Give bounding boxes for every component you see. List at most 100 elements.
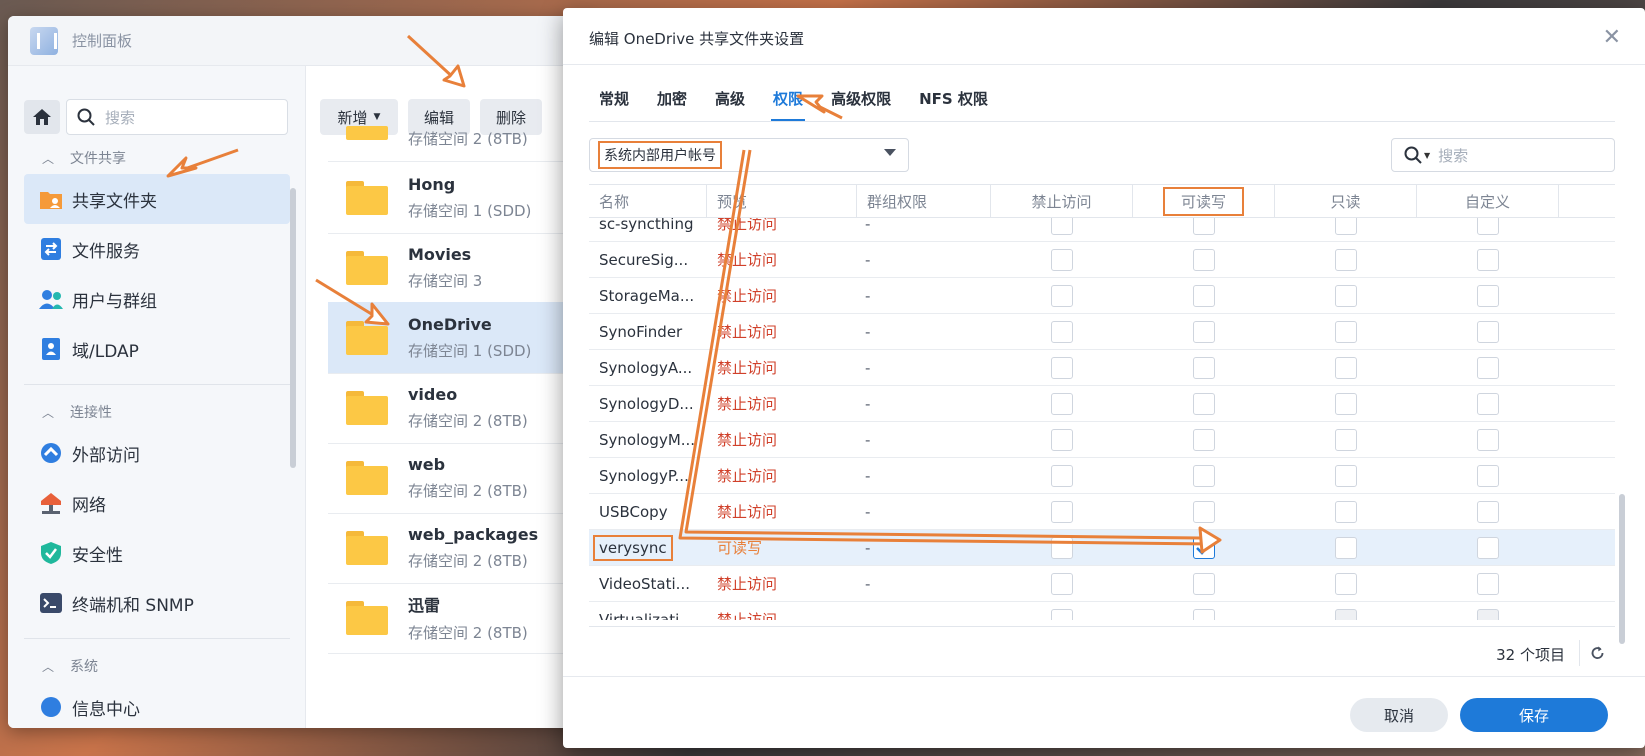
- custom-checkbox[interactable]: [1477, 428, 1499, 451]
- tab-nfs-permissions[interactable]: NFS 权限: [919, 88, 988, 109]
- no-access-checkbox[interactable]: [1051, 464, 1073, 487]
- sidebar-search-input[interactable]: 搜索: [66, 99, 288, 135]
- sidebar-item-user-group[interactable]: 用户与群组: [24, 274, 290, 324]
- user-type-select[interactable]: 系统内部用户帐号: [589, 138, 909, 172]
- read-only-checkbox[interactable]: [1335, 248, 1357, 271]
- custom-checkbox[interactable]: [1477, 392, 1499, 415]
- home-button[interactable]: [24, 100, 60, 134]
- read-only-checkbox[interactable]: [1335, 218, 1357, 235]
- read-only-checkbox[interactable]: [1335, 536, 1357, 559]
- table-row[interactable]: SynologyP... 禁止访问 -: [589, 458, 1615, 494]
- sidebar-scrollbar[interactable]: [290, 188, 296, 468]
- custom-checkbox[interactable]: [1477, 536, 1499, 559]
- column-header-name[interactable]: 名称: [589, 185, 707, 217]
- sidebar-item-external-access[interactable]: 外部访问: [24, 428, 290, 478]
- tab-advanced[interactable]: 高级: [715, 88, 745, 109]
- table-row[interactable]: StorageMa... 禁止访问 -: [589, 278, 1615, 314]
- read-write-checkbox[interactable]: [1193, 608, 1215, 620]
- no-access-checkbox[interactable]: [1051, 500, 1073, 523]
- read-write-checkbox[interactable]: [1193, 536, 1215, 559]
- no-access-checkbox[interactable]: [1051, 356, 1073, 379]
- sidebar-item-terminal-snmp[interactable]: 终端机和 SNMP: [24, 578, 290, 628]
- custom-checkbox[interactable]: [1477, 464, 1499, 487]
- sidebar-item-info-center[interactable]: 信息中心: [24, 682, 290, 728]
- no-access-checkbox[interactable]: [1051, 428, 1073, 451]
- no-access-checkbox[interactable]: [1051, 320, 1073, 343]
- custom-checkbox[interactable]: [1477, 356, 1499, 379]
- no-access-checkbox[interactable]: [1051, 572, 1073, 595]
- folder-row-selected[interactable]: OneDrive 存储空间 1 (SDD): [328, 302, 588, 374]
- section-file-sharing[interactable]: ︿ 文件共享: [42, 148, 126, 168]
- no-access-checkbox[interactable]: [1051, 248, 1073, 271]
- no-access-checkbox[interactable]: [1051, 536, 1073, 559]
- custom-checkbox[interactable]: [1477, 572, 1499, 595]
- read-only-checkbox[interactable]: [1335, 572, 1357, 595]
- folder-row[interactable]: 存储空间 2 (8TB): [328, 124, 588, 162]
- read-write-checkbox[interactable]: [1193, 464, 1215, 487]
- grid-scrollbar[interactable]: [1619, 494, 1625, 644]
- read-write-checkbox[interactable]: [1193, 428, 1215, 451]
- custom-checkbox[interactable]: [1477, 284, 1499, 307]
- custom-checkbox[interactable]: [1477, 608, 1499, 620]
- column-header-custom[interactable]: 自定义: [1417, 185, 1559, 217]
- section-connectivity[interactable]: ︿ 连接性: [42, 402, 112, 422]
- permission-search-input[interactable]: ▼ 搜索: [1391, 138, 1615, 172]
- sidebar-item-file-services[interactable]: 文件服务: [24, 224, 290, 274]
- table-row[interactable]: SynologyM... 禁止访问 -: [589, 422, 1615, 458]
- read-only-checkbox[interactable]: [1335, 428, 1357, 451]
- table-row[interactable]: VideoStati... 禁止访问 -: [589, 566, 1615, 602]
- sidebar-item-security[interactable]: 安全性: [24, 528, 290, 578]
- read-write-checkbox[interactable]: [1193, 284, 1215, 307]
- folder-row[interactable]: video 存储空间 2 (8TB): [328, 372, 588, 444]
- tab-encryption[interactable]: 加密: [657, 88, 687, 109]
- folder-row[interactable]: web_packages 存储空间 2 (8TB): [328, 512, 588, 584]
- column-header-read-write[interactable]: 可读写: [1133, 185, 1275, 217]
- custom-checkbox[interactable]: [1477, 320, 1499, 343]
- close-icon[interactable]: ✕: [1603, 25, 1621, 50]
- read-write-checkbox[interactable]: [1193, 248, 1215, 271]
- read-only-checkbox[interactable]: [1335, 392, 1357, 415]
- table-row[interactable]: Virtualizati... 禁止访问 -: [589, 602, 1615, 620]
- folder-row[interactable]: Movies 存储空间 3: [328, 232, 588, 304]
- read-only-checkbox[interactable]: [1335, 464, 1357, 487]
- table-row[interactable]: SynoFinder 禁止访问 -: [589, 314, 1615, 350]
- custom-checkbox[interactable]: [1477, 218, 1499, 235]
- custom-checkbox[interactable]: [1477, 500, 1499, 523]
- no-access-checkbox[interactable]: [1051, 608, 1073, 620]
- sidebar-item-domain-ldap[interactable]: 域/LDAP: [24, 324, 290, 374]
- table-row[interactable]: SynologyD... 禁止访问 -: [589, 386, 1615, 422]
- refresh-button[interactable]: [1579, 640, 1605, 666]
- no-access-checkbox[interactable]: [1051, 284, 1073, 307]
- sidebar-item-shared-folder[interactable]: 共享文件夹: [24, 174, 290, 224]
- column-header-read-only[interactable]: 只读: [1275, 185, 1417, 217]
- tab-general[interactable]: 常规: [599, 88, 629, 109]
- no-access-checkbox[interactable]: [1051, 392, 1073, 415]
- table-row[interactable]: SynologyA... 禁止访问 -: [589, 350, 1615, 386]
- save-button[interactable]: 保存: [1460, 698, 1608, 732]
- read-write-checkbox[interactable]: [1193, 356, 1215, 379]
- read-write-checkbox[interactable]: [1193, 320, 1215, 343]
- read-only-checkbox[interactable]: [1335, 356, 1357, 379]
- tab-advanced-permissions[interactable]: 高级权限: [831, 88, 891, 109]
- read-write-checkbox[interactable]: [1193, 392, 1215, 415]
- cancel-button[interactable]: 取消: [1350, 698, 1448, 732]
- sidebar-item-network[interactable]: 网络: [24, 478, 290, 528]
- no-access-checkbox[interactable]: [1051, 218, 1073, 235]
- section-system[interactable]: ︿ 系统: [42, 656, 98, 676]
- custom-checkbox[interactable]: [1477, 248, 1499, 271]
- table-row[interactable]: sc-syncthing 禁止访问 -: [589, 218, 1615, 242]
- read-only-checkbox[interactable]: [1335, 608, 1357, 620]
- read-only-checkbox[interactable]: [1335, 500, 1357, 523]
- folder-row[interactable]: web 存储空间 2 (8TB): [328, 442, 588, 514]
- read-write-checkbox[interactable]: [1193, 572, 1215, 595]
- read-write-checkbox[interactable]: [1193, 218, 1215, 235]
- column-header-group-permission[interactable]: 群组权限: [857, 185, 991, 217]
- tab-permissions[interactable]: 权限: [771, 88, 806, 121]
- table-row[interactable]: SecureSig... 禁止访问 -: [589, 242, 1615, 278]
- table-row-selected[interactable]: verysync 可读写 -: [589, 530, 1615, 566]
- folder-row[interactable]: Hong 存储空间 1 (SDD): [328, 162, 588, 234]
- column-header-preview[interactable]: 预览: [707, 185, 857, 217]
- column-header-no-access[interactable]: 禁止访问: [991, 185, 1133, 217]
- read-only-checkbox[interactable]: [1335, 320, 1357, 343]
- folder-row[interactable]: 迅雷 存储空间 2 (8TB): [328, 582, 588, 654]
